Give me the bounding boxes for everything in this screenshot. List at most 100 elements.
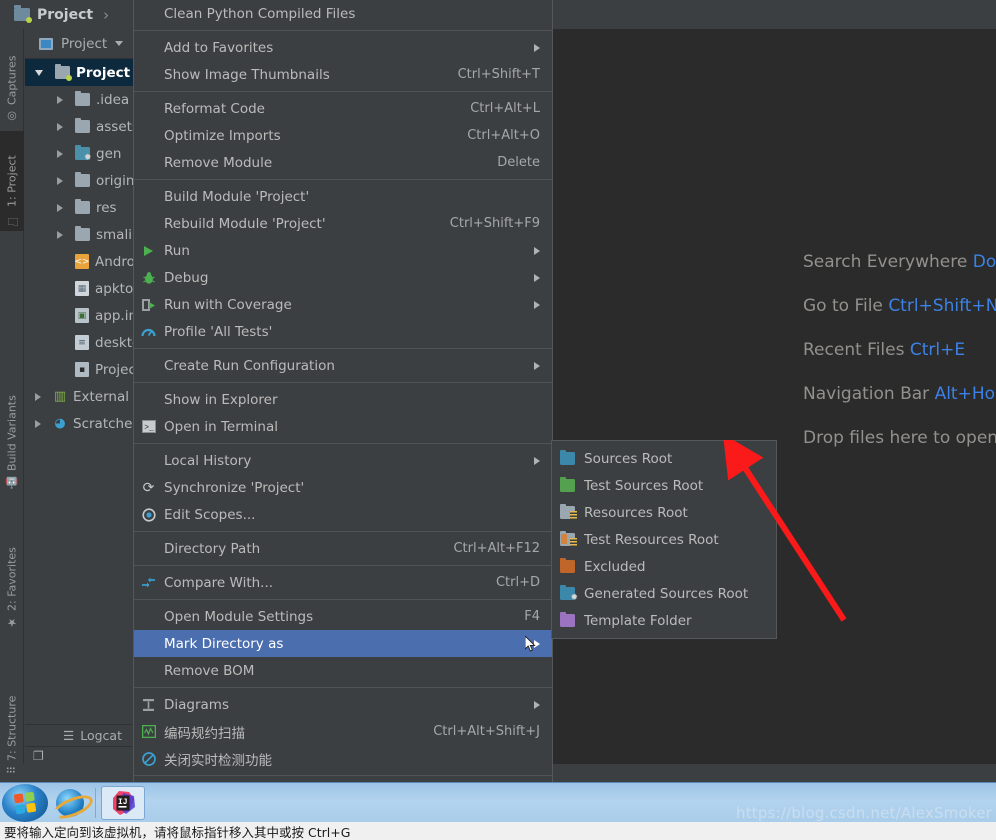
submenu-item-label: Resources Root xyxy=(584,504,688,521)
compare-icon xyxy=(140,575,157,591)
tree-row-label: res xyxy=(96,199,117,216)
menu-item-label: Synchronize 'Project' xyxy=(164,479,305,496)
tree-row-label: gen xyxy=(96,145,122,162)
svg-text:IJ: IJ xyxy=(118,798,128,807)
sidebar-item-captures[interactable]: ◎ Captures xyxy=(0,37,24,123)
menu-separator xyxy=(134,687,552,688)
menu-item-reformat-code[interactable]: Reformat Code Ctrl+Alt+L xyxy=(134,95,552,122)
menu-item-open-in-terminal[interactable]: >_ Open in Terminal xyxy=(134,413,552,440)
menu-separator xyxy=(134,599,552,600)
svg-text:>_: >_ xyxy=(144,423,154,432)
menu-item-optimize-imports[interactable]: Optimize Imports Ctrl+Alt+O xyxy=(134,122,552,149)
editor-shortcut-hints: Search Everywhere Double Shift Go to Fil… xyxy=(803,240,996,460)
vmware-status-message: 要将输入定向到该虚拟机，请将鼠标指针移入其中或按 Ctrl+G xyxy=(4,824,351,840)
chevron-down-icon[interactable] xyxy=(115,41,124,46)
collapse-arrow-icon[interactable] xyxy=(57,203,63,212)
scopes-icon xyxy=(140,507,157,523)
mark-directory-as-submenu[interactable]: Sources Root Test Sources Root Resources… xyxy=(551,440,777,639)
folder-icon xyxy=(75,198,90,214)
menu-item-debug[interactable]: Debug xyxy=(134,264,552,291)
submenu-item-test-sources-root[interactable]: Test Sources Root xyxy=(552,472,776,499)
sync-icon: ⟳ xyxy=(142,479,155,496)
menu-item-show-in-explorer[interactable]: Show in Explorer xyxy=(134,386,552,413)
menu-item-rebuild-module[interactable]: Rebuild Module 'Project' Ctrl+Shift+F9 xyxy=(134,210,552,237)
windows-taskbar[interactable]: IJ https://blog.csdn.net/AlexSmoker xyxy=(0,782,996,822)
menu-item-label: Build Module 'Project' xyxy=(164,188,310,205)
start-button[interactable] xyxy=(2,783,48,822)
menu-item-remove-bom[interactable]: Remove BOM xyxy=(134,657,552,684)
menu-item-add-to-favorites[interactable]: Add to Favorites xyxy=(134,34,552,61)
menu-item-remove-module[interactable]: Remove Module Delete xyxy=(134,149,552,176)
menu-item-shortcut: Ctrl+Shift+T xyxy=(457,67,540,82)
menu-item-edit-scopes[interactable]: Edit Scopes... xyxy=(134,501,552,528)
hint-label: Drop files here to open xyxy=(803,428,996,448)
project-view-label: Project xyxy=(61,35,108,52)
submenu-item-resources-root[interactable]: Resources Root xyxy=(552,499,776,526)
menu-item-run[interactable]: Run xyxy=(134,237,552,264)
logcat-label: Logcat xyxy=(80,728,122,743)
menu-item-label: Remove Module xyxy=(164,154,273,171)
sidebar-item-label: 2: Favorites xyxy=(5,547,19,611)
codescan-icon xyxy=(140,724,157,740)
menu-item-label: Run xyxy=(164,242,190,259)
sidebar-item-build-variants[interactable]: 🤖 Build Variants xyxy=(0,359,24,489)
folder-icon xyxy=(75,171,90,187)
submenu-item-test-resources-root[interactable]: Test Resources Root xyxy=(552,526,776,553)
expand-arrow-icon[interactable] xyxy=(35,69,43,76)
menu-item-compare-with[interactable]: Compare With... Ctrl+D xyxy=(134,569,552,596)
menu-item-mark-directory-as[interactable]: Mark Directory as xyxy=(134,630,552,657)
collapse-arrow-icon[interactable] xyxy=(57,122,63,131)
menu-item-shortcut: Ctrl+Alt+L xyxy=(470,101,540,116)
menu-item-clean-python-compiled-files[interactable]: Clean Python Compiled Files xyxy=(134,0,552,27)
menu-item-profile-all-tests[interactable]: Profile 'All Tests' xyxy=(134,318,552,345)
menu-item-synchronize-project[interactable]: ⟳ Synchronize 'Project' xyxy=(134,474,552,501)
hint-label: Navigation Bar xyxy=(803,384,930,404)
collapse-arrow-icon[interactable] xyxy=(57,95,63,104)
collapse-arrow-icon[interactable] xyxy=(57,176,63,185)
vmware-status-bar: 要将输入定向到该虚拟机，请将鼠标指针移入其中或按 Ctrl+G xyxy=(0,822,996,840)
collapse-arrow-icon[interactable] xyxy=(35,392,41,401)
quick-launch-internet-explorer[interactable] xyxy=(50,784,90,822)
menu-item-label: Show in Explorer xyxy=(164,391,278,408)
collapse-arrow-icon[interactable] xyxy=(57,230,63,239)
folder-icon xyxy=(75,225,90,241)
restore-window-icon[interactable]: ❐ xyxy=(33,749,44,763)
context-menu[interactable]: Clean Python Compiled Files Add to Favor… xyxy=(133,0,553,837)
sidebar-item-structure[interactable]: ⠿ 7: Structure xyxy=(0,664,24,774)
collapse-arrow-icon[interactable] xyxy=(57,149,63,158)
menu-item-disable-realtime-detection[interactable]: 关闭实时检测功能 xyxy=(134,745,552,772)
taskbar-window-intellij[interactable]: IJ xyxy=(101,785,145,820)
menu-item-create-run-configuration[interactable]: Create Run Configuration xyxy=(134,352,552,379)
submenu-item-label: Test Resources Root xyxy=(584,531,719,548)
hint-go-to-file: Go to File Ctrl+Shift+N xyxy=(803,284,996,328)
run-icon xyxy=(140,243,157,259)
menu-item-show-image-thumbnails[interactable]: Show Image Thumbnails Ctrl+Shift+T xyxy=(134,61,552,88)
submenu-item-excluded[interactable]: Excluded xyxy=(552,553,776,580)
menu-item-code-convention-scan[interactable]: 编码规约扫描 Ctrl+Alt+Shift+J xyxy=(134,718,552,745)
project-folder-icon xyxy=(55,63,72,81)
sidebar-item-project[interactable]: 🗀 1: Project xyxy=(0,131,24,231)
menu-item-run-with-coverage[interactable]: Run with Coverage xyxy=(134,291,552,318)
menu-item-label: Compare With... xyxy=(164,574,274,591)
menu-item-directory-path[interactable]: Directory Path Ctrl+Alt+F12 xyxy=(134,535,552,562)
collapse-arrow-icon[interactable] xyxy=(35,419,41,428)
menu-item-shortcut: Delete xyxy=(497,155,540,170)
chevron-right-icon xyxy=(534,246,540,255)
tree-row-label: .idea xyxy=(96,91,130,108)
menu-item-local-history[interactable]: Local History xyxy=(134,447,552,474)
menu-item-open-module-settings[interactable]: Open Module Settings F4 xyxy=(134,603,552,630)
breadcrumb[interactable]: Project › xyxy=(14,0,109,29)
submenu-item-label: Excluded xyxy=(584,558,646,575)
windows-logo-icon xyxy=(13,791,37,814)
submenu-item-generated-sources-root[interactable]: ✹ Generated Sources Root xyxy=(552,580,776,607)
menu-item-label: Profile 'All Tests' xyxy=(164,323,273,340)
hint-label: Recent Files xyxy=(803,340,905,360)
menu-item-build-module[interactable]: Build Module 'Project' xyxy=(134,183,552,210)
menu-item-label: Create Run Configuration xyxy=(164,357,335,374)
menu-item-diagrams[interactable]: Diagrams xyxy=(134,691,552,718)
sidebar-item-favorites[interactable]: ★ 2: Favorites xyxy=(0,519,24,629)
chevron-right-icon xyxy=(534,456,540,465)
submenu-item-sources-root[interactable]: Sources Root xyxy=(552,445,776,472)
submenu-item-template-folder[interactable]: Template Folder xyxy=(552,607,776,634)
test-resources-root-icon xyxy=(560,530,577,547)
